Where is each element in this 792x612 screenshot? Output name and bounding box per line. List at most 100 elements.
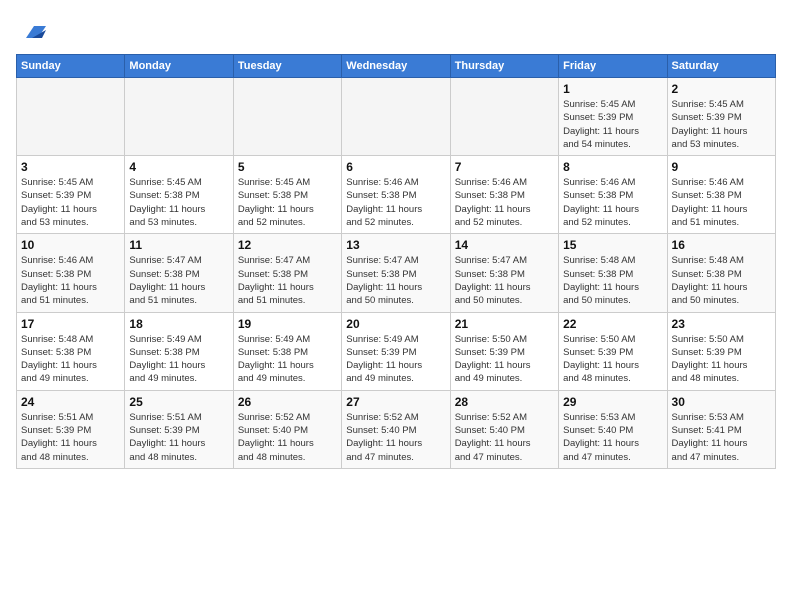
day-number: 15 [563,238,662,252]
calendar-cell: 23 Sunrise: 5:50 AM Sunset: 5:39 PM Dayli… [667,312,775,390]
calendar-cell: 27 Sunrise: 5:52 AM Sunset: 5:40 PM Dayli… [342,390,450,468]
logo-icon [18,16,46,44]
calendar-day-header: Friday [559,55,667,78]
day-info: Sunrise: 5:47 AM Sunset: 5:38 PM Dayligh… [129,254,228,307]
calendar-week-row: 10 Sunrise: 5:46 AM Sunset: 5:38 PM Dayli… [17,234,776,312]
day-number: 22 [563,317,662,331]
day-number: 23 [672,317,771,331]
day-number: 13 [346,238,445,252]
day-number: 7 [455,160,554,174]
day-number: 14 [455,238,554,252]
day-number: 10 [21,238,120,252]
day-number: 8 [563,160,662,174]
calendar-cell: 13 Sunrise: 5:47 AM Sunset: 5:38 PM Dayli… [342,234,450,312]
calendar-day-header: Wednesday [342,55,450,78]
day-number: 21 [455,317,554,331]
calendar-cell: 2Sunrise: 5:45 AM Sunset: 5:39 PM Daylig… [667,78,775,156]
day-info: Sunrise: 5:51 AM Sunset: 5:39 PM Dayligh… [21,411,120,464]
day-info: Sunrise: 5:50 AM Sunset: 5:39 PM Dayligh… [563,333,662,386]
calendar-cell: 21 Sunrise: 5:50 AM Sunset: 5:39 PM Dayli… [450,312,558,390]
day-number: 25 [129,395,228,409]
logo [16,16,46,44]
day-number: 12 [238,238,337,252]
calendar-cell: 9 Sunrise: 5:46 AM Sunset: 5:38 PM Daylig… [667,156,775,234]
day-number: 20 [346,317,445,331]
day-number: 29 [563,395,662,409]
calendar-cell: 28Sunrise: 5:52 AM Sunset: 5:40 PM Dayli… [450,390,558,468]
day-info: Sunrise: 5:50 AM Sunset: 5:39 PM Dayligh… [672,333,771,386]
day-info: Sunrise: 5:52 AM Sunset: 5:40 PM Dayligh… [455,411,554,464]
day-info: Sunrise: 5:52 AM Sunset: 5:40 PM Dayligh… [346,411,445,464]
day-info: Sunrise: 5:48 AM Sunset: 5:38 PM Dayligh… [563,254,662,307]
calendar-cell: 12 Sunrise: 5:47 AM Sunset: 5:38 PM Dayli… [233,234,341,312]
calendar-body: 1 Sunrise: 5:45 AM Sunset: 5:39 PM Daylig… [17,78,776,469]
day-number: 26 [238,395,337,409]
day-info: Sunrise: 5:46 AM Sunset: 5:38 PM Dayligh… [346,176,445,229]
calendar-week-row: 17 Sunrise: 5:48 AM Sunset: 5:38 PM Dayli… [17,312,776,390]
day-info: Sunrise: 5:47 AM Sunset: 5:38 PM Dayligh… [455,254,554,307]
day-number: 24 [21,395,120,409]
calendar-cell: 7 Sunrise: 5:46 AM Sunset: 5:38 PM Daylig… [450,156,558,234]
calendar-cell: 4 Sunrise: 5:45 AM Sunset: 5:38 PM Daylig… [125,156,233,234]
calendar-week-row: 24 Sunrise: 5:51 AM Sunset: 5:39 PM Dayli… [17,390,776,468]
day-info: Sunrise: 5:50 AM Sunset: 5:39 PM Dayligh… [455,333,554,386]
day-info: Sunrise: 5:48 AM Sunset: 5:38 PM Dayligh… [672,254,771,307]
day-number: 4 [129,160,228,174]
day-number: 27 [346,395,445,409]
day-number: 2 [672,82,771,96]
day-number: 1 [563,82,662,96]
calendar-cell [233,78,341,156]
calendar-cell: 29 Sunrise: 5:53 AM Sunset: 5:40 PM Dayli… [559,390,667,468]
calendar-day-header: Thursday [450,55,558,78]
day-info: Sunrise: 5:46 AM Sunset: 5:38 PM Dayligh… [563,176,662,229]
day-info: Sunrise: 5:45 AM Sunset: 5:38 PM Dayligh… [129,176,228,229]
calendar-week-row: 1Sunrise: 5:45 AM Sunset: 5:39 PM Daylig… [17,78,776,156]
calendar-cell: 14 Sunrise: 5:47 AM Sunset: 5:38 PM Dayli… [450,234,558,312]
day-info: Sunrise: 5:47 AM Sunset: 5:38 PM Dayligh… [346,254,445,307]
day-info: Sunrise: 5:45 AM Sunset: 5:38 PM Dayligh… [238,176,337,229]
calendar-day-header: Monday [125,55,233,78]
calendar-cell: 24 Sunrise: 5:51 AM Sunset: 5:39 PM Dayli… [17,390,125,468]
calendar-cell: 22 Sunrise: 5:50 AM Sunset: 5:39 PM Dayli… [559,312,667,390]
calendar-table: SundayMondayTuesdayWednesdayThursdayFrid… [16,54,776,469]
day-info: Sunrise: 5:46 AM Sunset: 5:38 PM Dayligh… [455,176,554,229]
day-info: Sunrise: 5:52 AM Sunset: 5:40 PM Dayligh… [238,411,337,464]
day-info: Sunrise: 5:46 AM Sunset: 5:38 PM Dayligh… [672,176,771,229]
day-number: 11 [129,238,228,252]
day-info: Sunrise: 5:46 AM Sunset: 5:38 PM Dayligh… [21,254,120,307]
calendar-cell [342,78,450,156]
day-number: 6 [346,160,445,174]
calendar-cell: 17 Sunrise: 5:48 AM Sunset: 5:38 PM Dayli… [17,312,125,390]
day-number: 18 [129,317,228,331]
calendar-cell: 19 Sunrise: 5:49 AM Sunset: 5:38 PM Dayli… [233,312,341,390]
day-info: Sunrise: 5:53 AM Sunset: 5:40 PM Dayligh… [563,411,662,464]
day-info: Sunrise: 5:49 AM Sunset: 5:39 PM Dayligh… [346,333,445,386]
calendar-cell: 15 Sunrise: 5:48 AM Sunset: 5:38 PM Dayli… [559,234,667,312]
calendar-header-row: SundayMondayTuesdayWednesdayThursdayFrid… [17,55,776,78]
day-info: Sunrise: 5:48 AM Sunset: 5:38 PM Dayligh… [21,333,120,386]
day-info: Sunrise: 5:49 AM Sunset: 5:38 PM Dayligh… [238,333,337,386]
day-number: 19 [238,317,337,331]
day-info: Sunrise: 5:45 AM Sunset: 5:39 PM Dayligh… [21,176,120,229]
calendar-cell [450,78,558,156]
day-number: 9 [672,160,771,174]
day-number: 16 [672,238,771,252]
day-info: Sunrise: 5:51 AM Sunset: 5:39 PM Dayligh… [129,411,228,464]
calendar-cell: 26 Sunrise: 5:52 AM Sunset: 5:40 PM Dayli… [233,390,341,468]
calendar-day-header: Saturday [667,55,775,78]
calendar-cell: 20 Sunrise: 5:49 AM Sunset: 5:39 PM Dayli… [342,312,450,390]
calendar-cell: 8 Sunrise: 5:46 AM Sunset: 5:38 PM Daylig… [559,156,667,234]
calendar-cell: 3 Sunrise: 5:45 AM Sunset: 5:39 PM Daylig… [17,156,125,234]
day-number: 5 [238,160,337,174]
calendar-cell: 10 Sunrise: 5:46 AM Sunset: 5:38 PM Dayli… [17,234,125,312]
calendar-cell: 6 Sunrise: 5:46 AM Sunset: 5:38 PM Daylig… [342,156,450,234]
calendar-week-row: 3 Sunrise: 5:45 AM Sunset: 5:39 PM Daylig… [17,156,776,234]
day-number: 3 [21,160,120,174]
calendar-cell: 5 Sunrise: 5:45 AM Sunset: 5:38 PM Daylig… [233,156,341,234]
day-info: Sunrise: 5:53 AM Sunset: 5:41 PM Dayligh… [672,411,771,464]
calendar-cell: 11 Sunrise: 5:47 AM Sunset: 5:38 PM Dayli… [125,234,233,312]
day-info: Sunrise: 5:49 AM Sunset: 5:38 PM Dayligh… [129,333,228,386]
day-info: Sunrise: 5:47 AM Sunset: 5:38 PM Dayligh… [238,254,337,307]
day-number: 30 [672,395,771,409]
day-number: 17 [21,317,120,331]
